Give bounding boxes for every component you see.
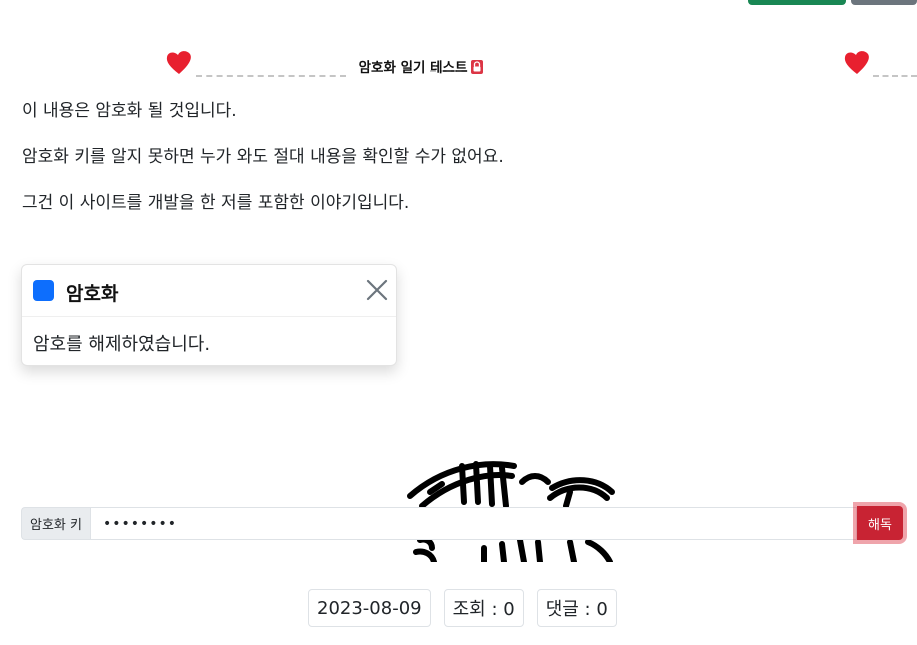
diary-content: 이 내용은 암호화 될 것입니다. 암호화 키를 알지 못하면 누가 와도 절대… — [22, 100, 504, 238]
toast-header: 암호화 — [22, 265, 396, 317]
page-title-row: 암호화 일기 테스트 — [0, 56, 842, 78]
top-button-gray[interactable] — [851, 0, 917, 5]
content-paragraph: 그건 이 사이트를 개발을 한 저를 포함한 이야기입니다. — [22, 193, 410, 213]
top-button-green[interactable] — [748, 0, 846, 5]
page-title: 암호화 일기 테스트 — [358, 60, 468, 76]
toast-notification: 암호화 암호를 해제하였습니다. — [21, 264, 397, 366]
decrypt-key-label: 암호화 키 — [21, 507, 90, 540]
toast-title: 암호화 — [66, 283, 119, 305]
comments-badge: 댓글 : 0 — [536, 589, 617, 627]
content-paragraph: 이 내용은 암호화 될 것입니다. — [22, 101, 237, 121]
close-icon[interactable] — [365, 278, 389, 302]
heart-icon — [844, 51, 869, 74]
lock-icon — [471, 60, 484, 78]
decrypt-button[interactable]: 해독 — [857, 506, 903, 540]
toast-square-icon — [33, 280, 54, 301]
decrypt-key-input[interactable] — [89, 507, 857, 540]
decrypt-input-group: 암호화 키 해독 — [21, 506, 903, 541]
date-badge: 2023-08-09 — [308, 589, 431, 627]
content-paragraph: 암호화 키를 알지 못하면 누가 와도 절대 내용을 확인할 수가 없어요. — [22, 147, 504, 167]
toast-message: 암호를 해제하였습니다. — [33, 334, 211, 355]
post-meta: 2023-08-09 조회 : 0 댓글 : 0 — [308, 589, 617, 627]
dashed-divider — [873, 75, 917, 77]
views-badge: 조회 : 0 — [443, 589, 524, 627]
